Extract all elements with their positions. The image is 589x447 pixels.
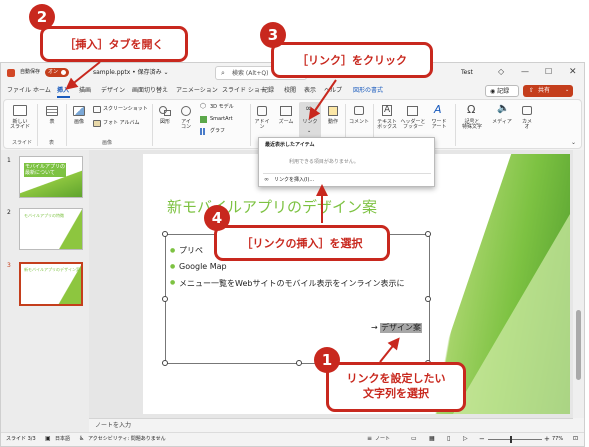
arrow-to-selection [379,337,400,363]
step-badge-1: 1 [314,347,340,373]
step-badge-2: 2 [29,4,55,30]
step-badge-4: 4 [204,205,230,231]
step-number: 4 [211,209,223,227]
step-badge-3: 3 [260,22,286,48]
callout-open-insert-tab: ［挿入］タブを開く [40,26,188,62]
arrow-to-link-button [308,79,337,120]
callout-text: ［リンクの挿入］を選択 [241,237,363,250]
step-number: 2 [36,8,48,26]
callout-select-text: リンクを設定したい 文字列を選択 [326,362,466,412]
step-number: 3 [267,26,279,44]
callout-click-link: ［リンク］をクリック [271,42,433,78]
callout-text: ［リンク］をクリック [297,54,407,67]
step-number: 1 [321,351,333,369]
callout-select-insert-link: ［リンクの挿入］を選択 [214,225,390,261]
callout-text: リンクを設定したい 文字列を選択 [346,372,446,400]
arrow-to-insert-tab [65,61,101,90]
callout-text: ［挿入］タブを開く [64,38,164,51]
